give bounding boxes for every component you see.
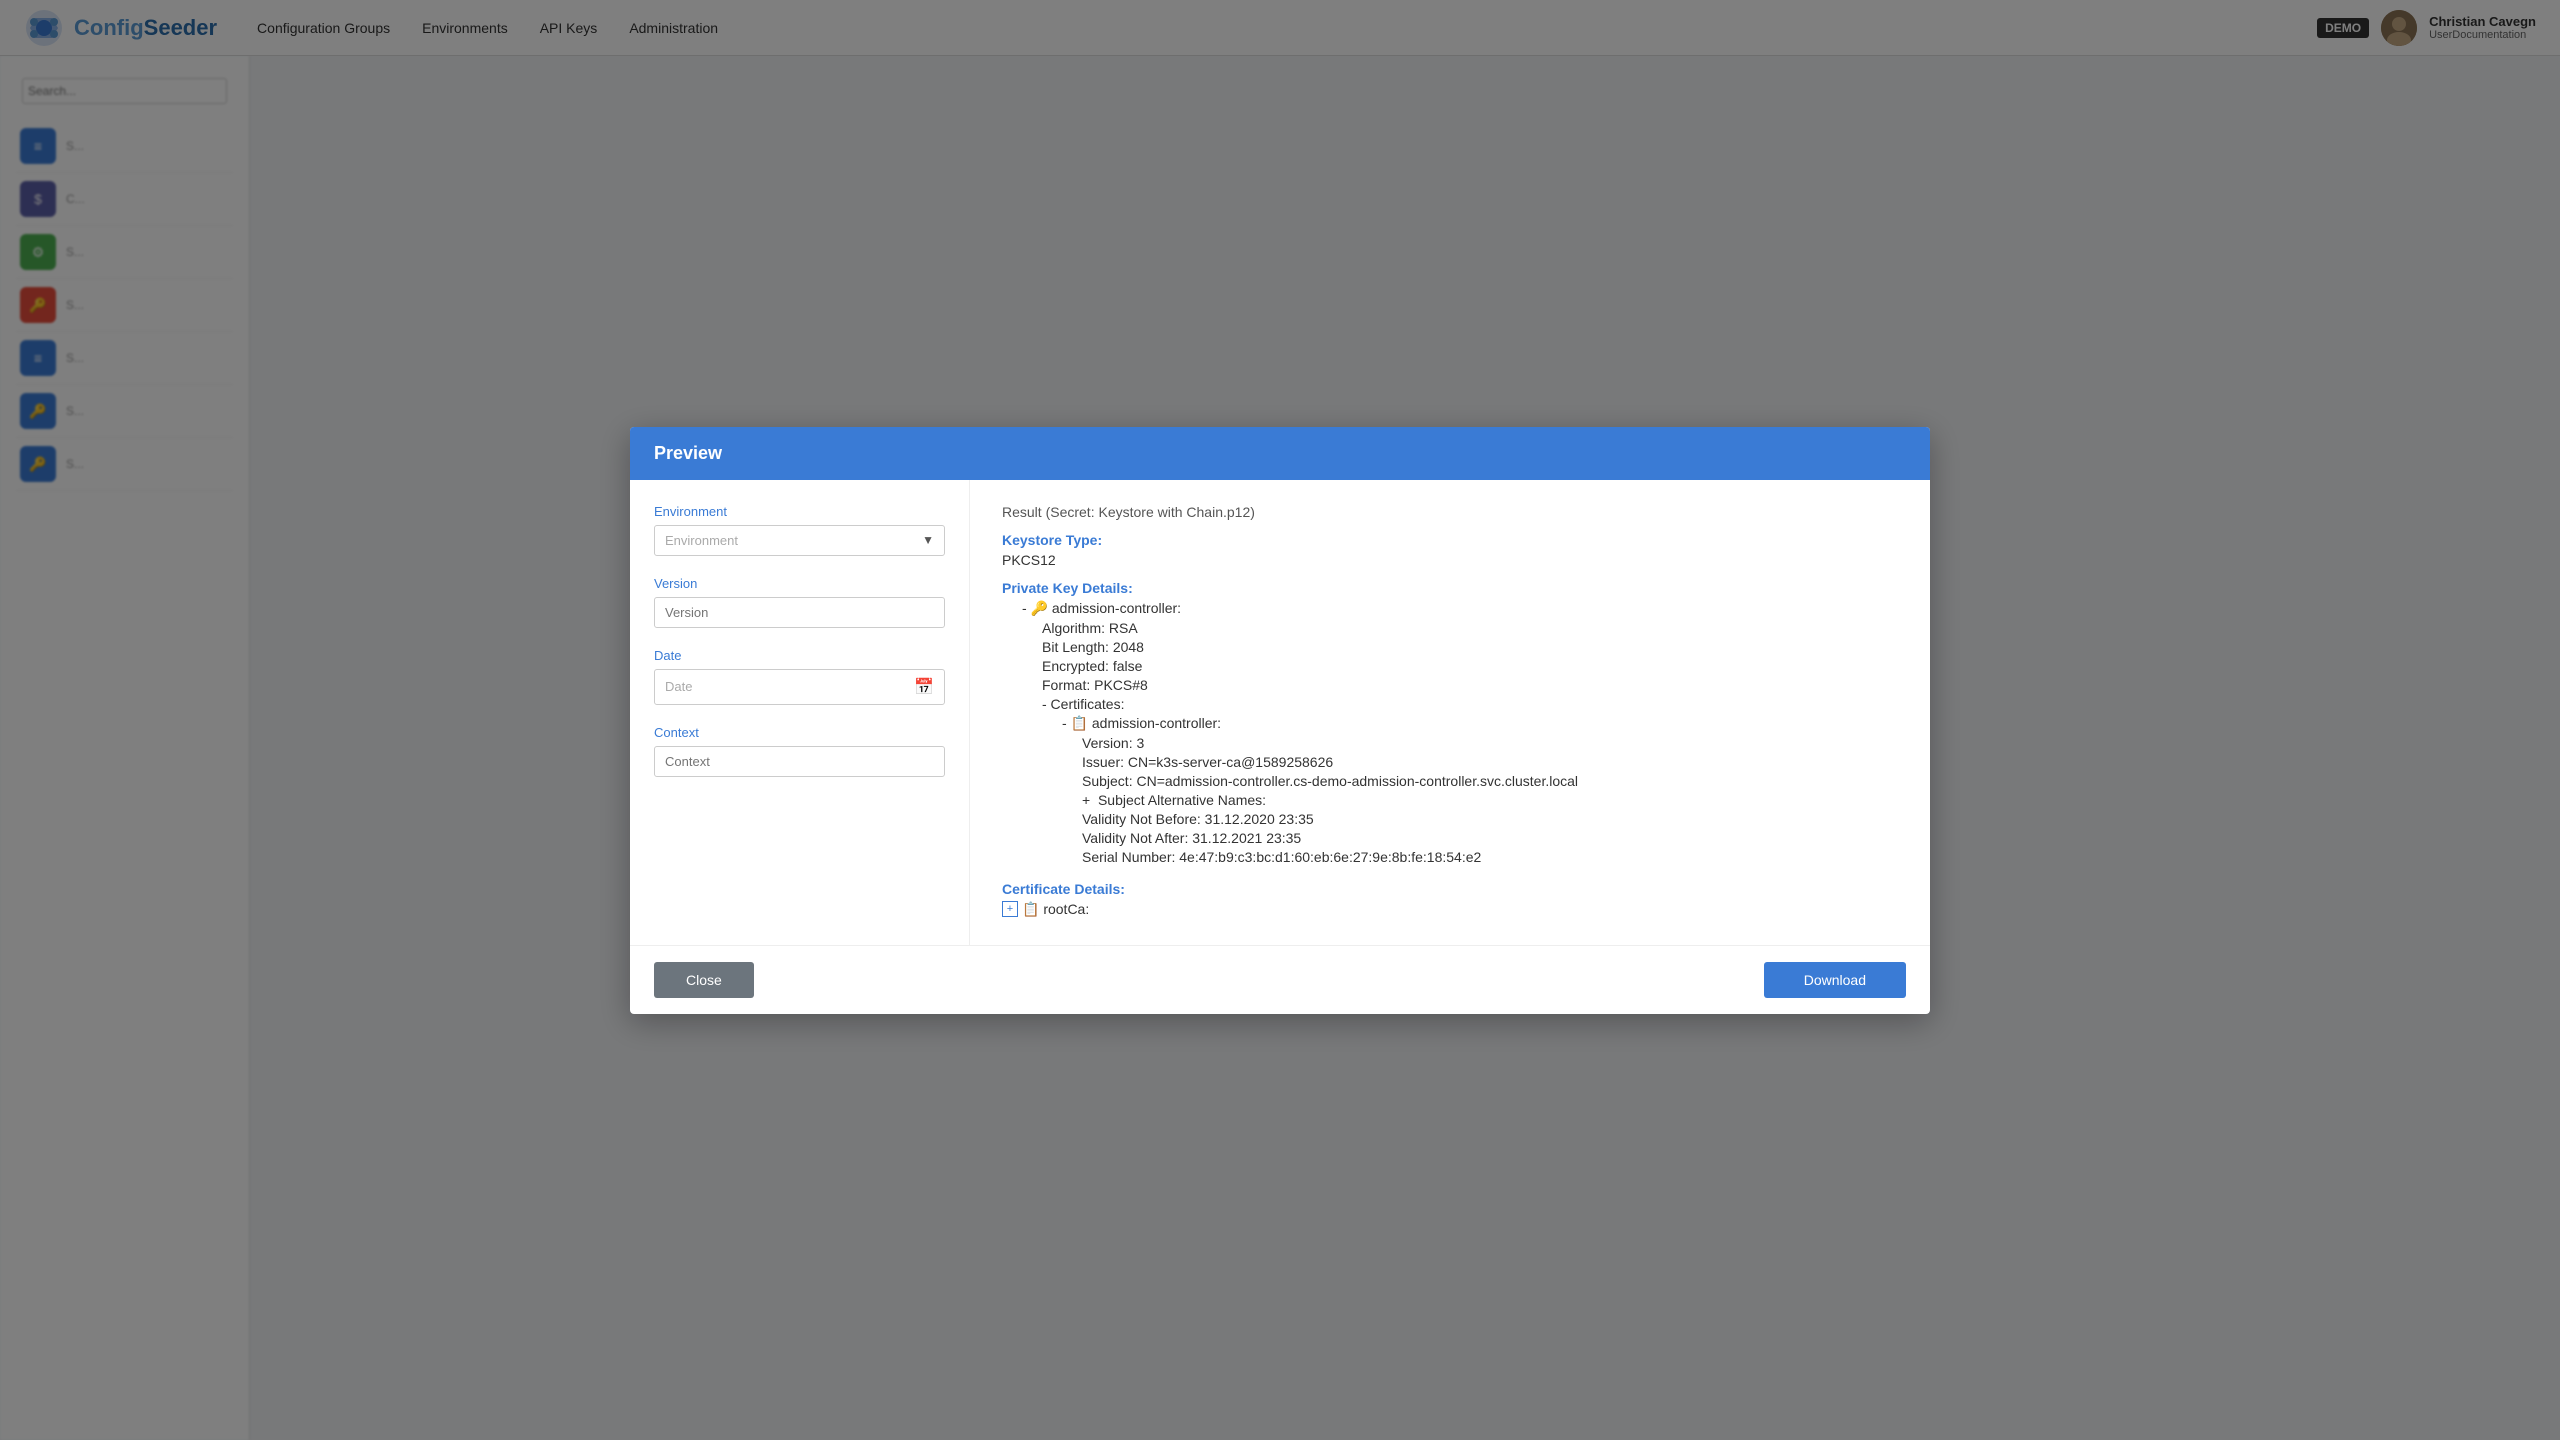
tree-item: - 🔑 admission-controller:: [1002, 600, 1898, 617]
environment-placeholder: Environment: [665, 533, 738, 548]
tree-item: - Certificates:: [1002, 696, 1898, 712]
tree-item: - 📋 admission-controller:: [1002, 715, 1898, 732]
modal-overlay: Preview Environment Environment ▼ Versio…: [0, 0, 2560, 1440]
tree-item: + Subject Alternative Names:: [1002, 792, 1898, 808]
tree-item: Validity Not Before: 31.12.2020 23:35: [1002, 811, 1898, 827]
close-button[interactable]: Close: [654, 962, 754, 998]
download-button[interactable]: Download: [1764, 962, 1906, 998]
keystore-type-label: Keystore Type:: [1002, 532, 1898, 548]
modal-right-panel: Result (Secret: Keystore with Chain.p12)…: [970, 480, 1930, 945]
context-input[interactable]: [654, 746, 945, 777]
tree-item: Version: 3: [1002, 735, 1898, 751]
tree-item: Bit Length: 2048: [1002, 639, 1898, 655]
keystore-type-value: PKCS12: [1002, 552, 1898, 568]
tree-item: Subject: CN=admission-controller.cs-demo…: [1002, 773, 1898, 789]
result-title: Result (Secret: Keystore with Chain.p12): [1002, 504, 1898, 520]
cert-icon: 📋: [1071, 715, 1088, 731]
version-label: Version: [654, 576, 945, 591]
cert-tree-item: + 📋 rootCa:: [1002, 901, 1898, 918]
modal-header: Preview: [630, 427, 1930, 480]
date-input[interactable]: Date 📅: [654, 669, 945, 705]
tree-item: Validity Not After: 31.12.2021 23:35: [1002, 830, 1898, 846]
modal-footer: Close Download: [630, 945, 1930, 1014]
tree-item: Serial Number: 4e:47:b9:c3:bc:d1:60:eb:6…: [1002, 849, 1898, 865]
context-label: Context: [654, 725, 945, 740]
expand-icon[interactable]: +: [1002, 901, 1018, 917]
tree-item: Algorithm: RSA: [1002, 620, 1898, 636]
date-label: Date: [654, 648, 945, 663]
modal-title: Preview: [654, 443, 1906, 464]
environment-label: Environment: [654, 504, 945, 519]
date-placeholder: Date: [665, 679, 692, 694]
private-key-label: Private Key Details:: [1002, 580, 1898, 596]
context-group: Context: [654, 725, 945, 777]
environment-group: Environment Environment ▼: [654, 504, 945, 556]
environment-select[interactable]: Environment ▼: [654, 525, 945, 556]
tree-item: Encrypted: false: [1002, 658, 1898, 674]
cert-details-label: Certificate Details:: [1002, 881, 1898, 897]
version-group: Version: [654, 576, 945, 628]
cert-doc-icon: 📋: [1022, 901, 1039, 918]
dropdown-arrow-icon: ▼: [922, 533, 934, 547]
tree-item: Format: PKCS#8: [1002, 677, 1898, 693]
tree-item: Issuer: CN=k3s-server-ca@1589258626: [1002, 754, 1898, 770]
key-icon: 🔑: [1031, 600, 1048, 616]
modal-body: Environment Environment ▼ Version Date D…: [630, 480, 1930, 945]
calendar-icon: 📅: [914, 677, 934, 697]
preview-modal: Preview Environment Environment ▼ Versio…: [630, 427, 1930, 1014]
date-group: Date Date 📅: [654, 648, 945, 705]
version-input[interactable]: [654, 597, 945, 628]
modal-left-panel: Environment Environment ▼ Version Date D…: [630, 480, 970, 945]
